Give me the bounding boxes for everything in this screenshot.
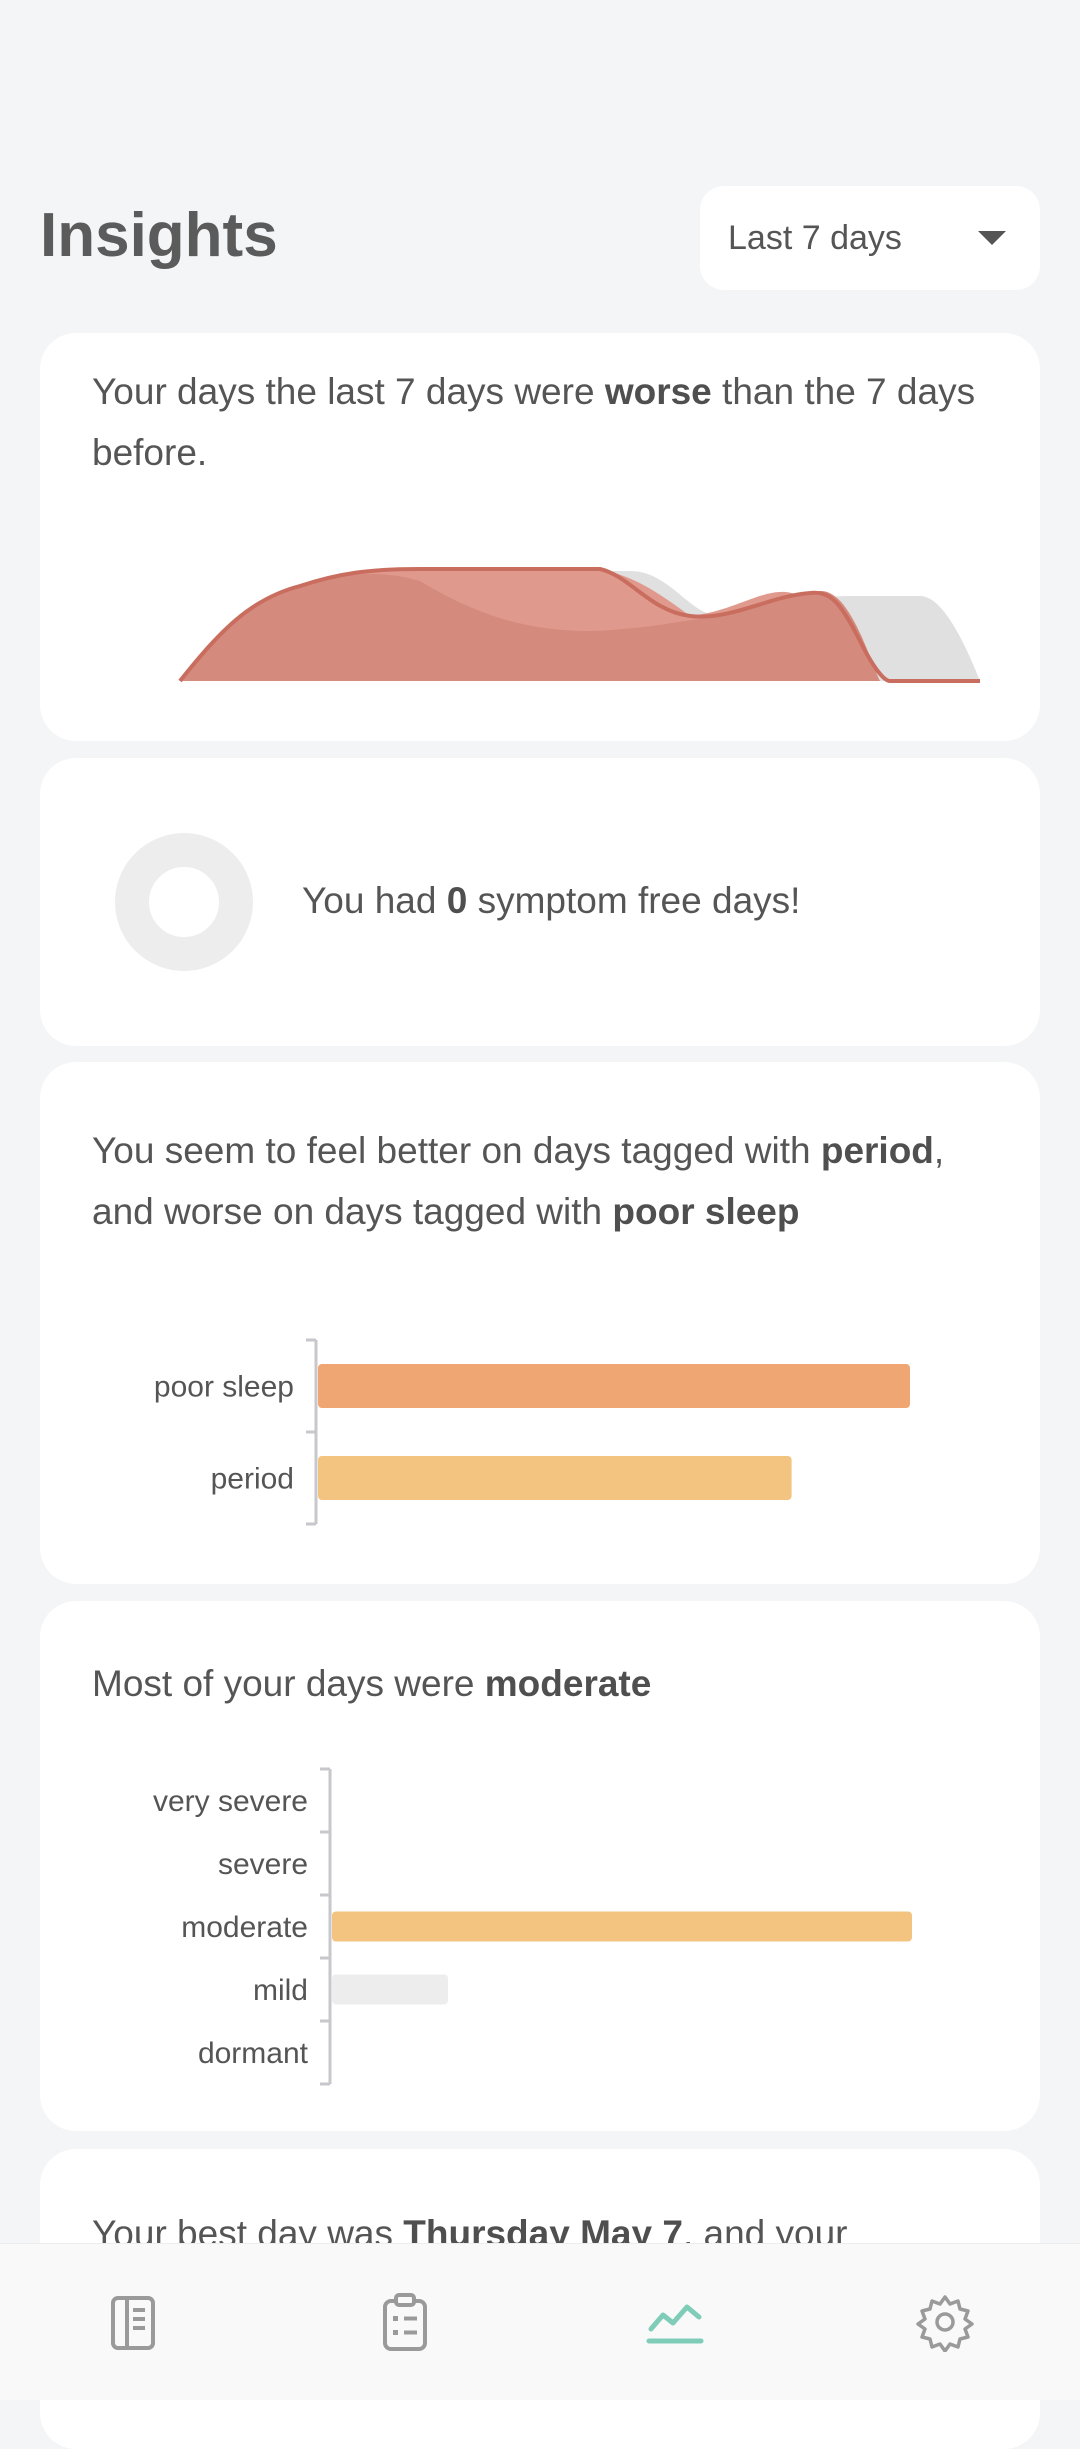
symptom-free-donut [115, 833, 253, 971]
header: Insights Last 7 days [40, 186, 1040, 292]
category-label: severe [218, 1848, 308, 1881]
journal-icon [111, 2296, 155, 2350]
category-label: period [211, 1463, 294, 1496]
tag-bar-chart: poor sleep period [154, 1338, 910, 1526]
symptom-free-card: You had 0 symptom free days! [40, 758, 1040, 1046]
bar [318, 1364, 910, 1408]
trend-summary: Your days the last 7 days were worse tha… [92, 371, 976, 473]
trend-card: Your days the last 7 days were worse tha… [40, 333, 1040, 741]
category-label: moderate [181, 1911, 308, 1944]
nav-settings[interactable] [810, 2244, 1080, 2400]
trend-area-chart [178, 567, 980, 683]
category-label: dormant [198, 2037, 309, 2070]
nav-checklist[interactable] [270, 2244, 540, 2400]
bar [332, 1974, 448, 2005]
severity-bar-chart: very severe severe moderate mild dormant [153, 1767, 912, 2086]
page-title: Insights [40, 201, 278, 270]
tags-summary: You seem to feel better on days tagged w… [92, 1130, 945, 1232]
symptom-free-summary: You had 0 symptom free days! [302, 880, 801, 921]
bar [332, 1911, 912, 1942]
nav-insights[interactable] [540, 2244, 810, 2400]
gear-icon [916, 2295, 974, 2352]
severity-card: Most of your days were moderate very sev… [40, 1601, 1040, 2131]
trend-chart-icon [646, 2304, 704, 2344]
caret-down-icon [978, 231, 1006, 245]
category-label: poor sleep [154, 1371, 294, 1404]
severity-emphasis: moderate [484, 1663, 652, 1704]
date-range-select[interactable]: Last 7 days [700, 186, 1040, 290]
checklist-icon [383, 2293, 427, 2351]
bar [318, 1456, 792, 1500]
category-label: very severe [153, 1785, 308, 1818]
worse-tag: poor sleep [612, 1191, 800, 1232]
tags-card: You seem to feel better on days tagged w… [40, 1062, 1040, 1584]
severity-summary: Most of your days were moderate [92, 1663, 652, 1704]
bottom-nav [0, 2243, 1080, 2400]
category-label: mild [253, 1974, 308, 2007]
nav-journal[interactable] [0, 2244, 270, 2400]
date-range-value: Last 7 days [728, 218, 902, 257]
trend-emphasis: worse [604, 371, 712, 412]
symptom-free-count: 0 [446, 880, 468, 921]
better-tag: period [820, 1130, 934, 1171]
